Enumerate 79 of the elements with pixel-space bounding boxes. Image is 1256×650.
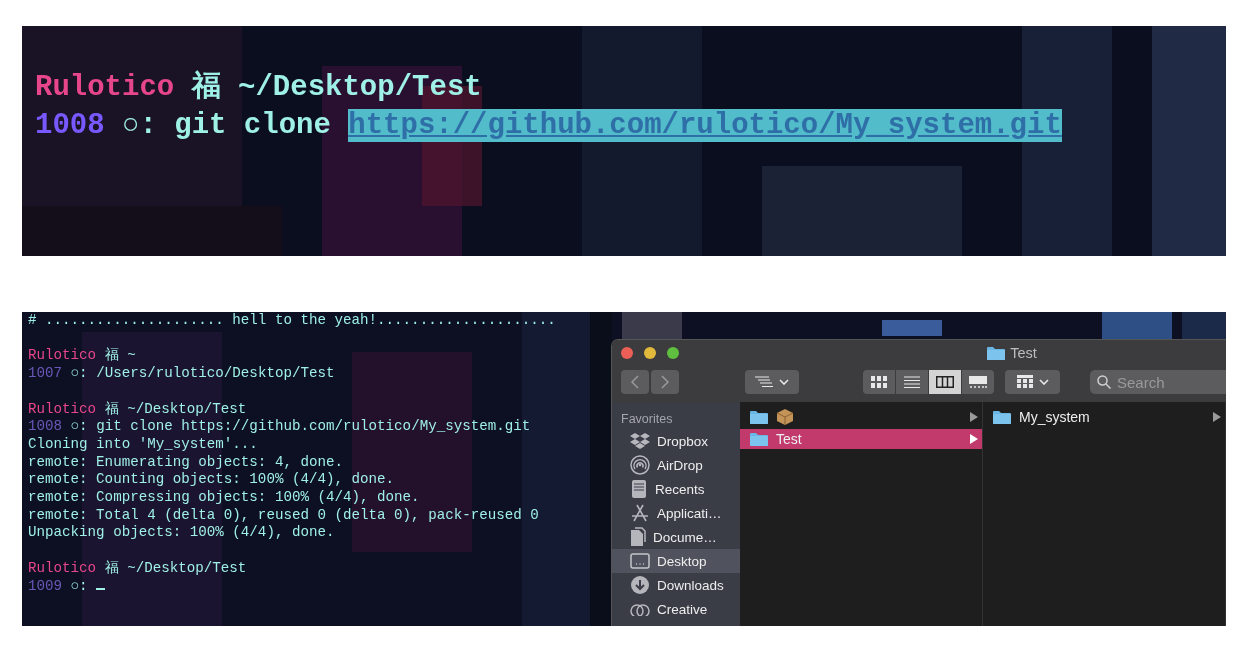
dropbox-icon: [630, 432, 650, 450]
folder-icon: [993, 410, 1011, 424]
grid-icon: [1016, 375, 1033, 389]
minimize-button[interactable]: [644, 347, 656, 359]
cloud-icon: [630, 602, 650, 616]
tray-icon: [630, 479, 648, 499]
view-button[interactable]: [929, 370, 961, 394]
document-icon: [630, 527, 646, 547]
search-icon: [1097, 375, 1111, 389]
file-row[interactable]: Test: [740, 429, 982, 449]
folder-icon: [750, 410, 768, 424]
prompt-symbol: ○:: [70, 418, 88, 435]
close-button[interactable]: [621, 347, 633, 359]
box-icon: [776, 408, 794, 426]
caret-icon: [1038, 379, 1049, 385]
desktop-icon: [630, 553, 650, 569]
zoom-button[interactable]: [667, 347, 679, 359]
output-line: Unpacking objects: 100% (4/4), done.: [28, 524, 335, 541]
sidebar-item[interactable]: Docume…: [612, 525, 740, 549]
prompt-glyph: 福: [191, 71, 221, 104]
command-text: /Users/rulotico/Desktop/Test: [96, 365, 335, 382]
sidebar-item[interactable]: Downloads: [612, 573, 740, 597]
history-number: 1008: [35, 109, 105, 142]
prompt-glyph: 福: [104, 400, 119, 417]
prompt-symbol: ○:: [70, 577, 88, 594]
list-icon: [904, 376, 920, 388]
airdrop-icon: [630, 455, 650, 475]
search-field[interactable]: Search: [1090, 370, 1226, 394]
prompt-user: Rulotico: [35, 71, 175, 104]
prompt-user: Rulotico: [28, 400, 97, 417]
gallery-icon: [969, 376, 987, 388]
output-line: remote: Enumerating objects: 4, done.: [28, 453, 343, 470]
caret-icon: [779, 379, 789, 385]
sidebar-heading: Favorites: [620, 412, 674, 428]
sidebar-item[interactable]: AirDrop: [612, 453, 740, 477]
output-line: remote: Compressing objects: 100% (4/4), done.: [28, 489, 420, 506]
view-button[interactable]: [962, 370, 994, 394]
disclosure-arrow-icon: [1213, 412, 1221, 422]
output-line: remote: Total 4 (delta 0), reused 0 (delta 0), pack-reused 0: [28, 506, 539, 523]
prompt-user: Rulotico: [28, 347, 97, 364]
prompt-path: ~/Desktop/Test: [127, 559, 247, 576]
output-line: remote: Counting objects: 100% (4/4), done.: [28, 471, 395, 488]
view-button[interactable]: [863, 370, 895, 394]
command-text: git clone: [174, 109, 331, 142]
history-number: 1008: [28, 418, 63, 435]
sidebar-item[interactable]: Desktop: [612, 549, 740, 573]
prompt-glyph: 福: [104, 559, 119, 576]
command-text: git clone https://github.com/rulotico/My_system.git: [96, 418, 531, 435]
file-row[interactable]: My_system: [983, 407, 1225, 427]
history-number: 1007: [28, 365, 63, 382]
arrange-button[interactable]: [745, 370, 799, 394]
sidebar-item[interactable]: Creative: [612, 597, 740, 621]
output-line: # ..................... hell to the yeah!.....................: [28, 312, 556, 328]
sidebar-item[interactable]: Recents: [612, 477, 740, 501]
indented-list-icon: [755, 376, 773, 388]
grid-icon: [871, 376, 887, 388]
columns-icon: [936, 376, 954, 388]
history-number: 1009: [28, 577, 63, 594]
folder-icon: [750, 432, 768, 446]
app-store-icon: [630, 503, 650, 523]
disclosure-arrow-icon: [970, 412, 978, 422]
prompt-symbol: ○:: [122, 109, 157, 142]
folder-icon: [987, 346, 1006, 360]
disclosure-arrow-icon: [970, 434, 978, 444]
prompt-path: ~/Desktop/Test: [238, 71, 482, 104]
prompt-path: ~/Desktop/Test: [127, 400, 247, 417]
prompt-path: ~: [127, 347, 136, 364]
sidebar-item[interactable]: Dropbox: [612, 429, 740, 453]
chevron-right-icon: [661, 375, 669, 389]
output-line: Cloning into 'My_system'...: [28, 435, 258, 452]
window-title: Test: [1010, 345, 1037, 361]
prompt-symbol: ○:: [70, 365, 88, 382]
prompt-user: Rulotico: [28, 559, 97, 576]
sidebar-item[interactable]: Applicati…: [612, 501, 740, 525]
chevron-left-icon: [631, 375, 639, 389]
view-button[interactable]: [896, 370, 928, 394]
download-icon: [630, 575, 650, 595]
group-button[interactable]: [1005, 370, 1060, 394]
prompt-glyph: 福: [104, 347, 119, 364]
